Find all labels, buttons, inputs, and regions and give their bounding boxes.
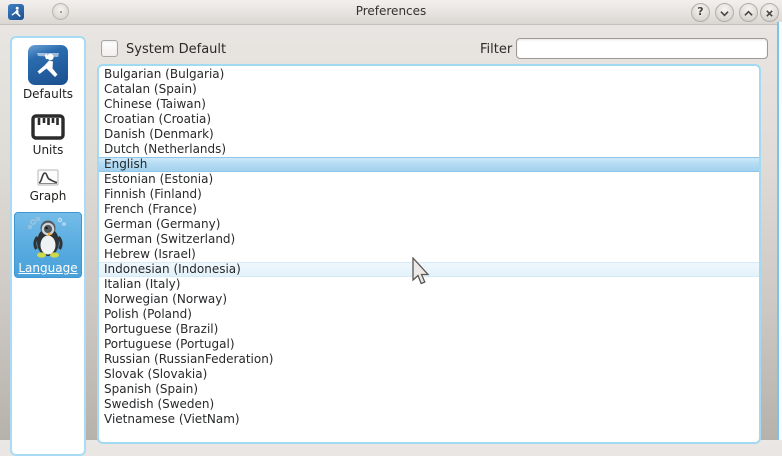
- preferences-sidebar: Defaults Units Graph Language: [10, 36, 86, 456]
- sidebar-item-label: Units: [33, 143, 64, 157]
- language-list-item[interactable]: Portuguese (Portugal): [99, 337, 759, 352]
- language-list-item[interactable]: Danish (Denmark): [99, 127, 759, 142]
- language-list-item[interactable]: Catalan (Spain): [99, 82, 759, 97]
- language-list-item[interactable]: Finnish (Finland): [99, 187, 759, 202]
- language-list-item[interactable]: Slovak (Slovakia): [99, 367, 759, 382]
- language-list-item[interactable]: Russian (RussianFederation): [99, 352, 759, 367]
- close-icon: [765, 9, 774, 18]
- language-list-item[interactable]: Norwegian (Norway): [99, 292, 759, 307]
- system-default-label: System Default: [126, 42, 226, 57]
- language-list-item[interactable]: Croatian (Croatia): [99, 112, 759, 127]
- filter-input[interactable]: [516, 38, 768, 59]
- language-list-item[interactable]: German (Switzerland): [99, 232, 759, 247]
- shade-up-button[interactable]: [739, 3, 758, 22]
- language-list: Bulgarian (Bulgaria)Catalan (Spain)Chine…: [97, 64, 761, 444]
- language-list-item[interactable]: Vietnamese (VietNam): [99, 412, 759, 427]
- language-list-item[interactable]: Chinese (Taiwan): [99, 97, 759, 112]
- language-list-item[interactable]: Swedish (Sweden): [99, 397, 759, 412]
- chevron-up-icon: [744, 9, 753, 18]
- sidebar-item-label: Graph: [30, 189, 67, 203]
- sidebar-item-units[interactable]: Units: [14, 110, 82, 160]
- sidebar-item-defaults[interactable]: Defaults: [14, 42, 82, 104]
- language-list-item[interactable]: Bulgarian (Bulgaria): [99, 67, 759, 82]
- filter-label: Filter: [480, 42, 512, 57]
- language-list-item[interactable]: Spanish (Spain): [99, 382, 759, 397]
- language-list-item[interactable]: Indonesian (Indonesia): [99, 262, 759, 277]
- sidebar-item-label: Defaults: [23, 87, 73, 101]
- language-list-item[interactable]: Estonian (Estonia): [99, 172, 759, 187]
- sidebar-item-language[interactable]: Language: [14, 212, 82, 278]
- shade-down-button[interactable]: [715, 3, 734, 22]
- language-list-item[interactable]: French (France): [99, 202, 759, 217]
- graph-icon: [37, 169, 59, 187]
- diver-icon: [28, 45, 68, 85]
- language-list-item[interactable]: Portuguese (Brazil): [99, 322, 759, 337]
- sidebar-item-label: Language: [18, 261, 77, 275]
- penguin-icon: [24, 215, 72, 259]
- system-default-checkbox[interactable]: [101, 40, 118, 57]
- close-button[interactable]: [760, 3, 779, 22]
- background-window-edge: [777, 22, 782, 440]
- window-title: Preferences: [0, 4, 782, 18]
- language-list-item[interactable]: German (Germany): [99, 217, 759, 232]
- titlebar[interactable]: Preferences ?: [0, 0, 782, 25]
- sidebar-item-graph[interactable]: Graph: [14, 166, 82, 206]
- language-list-item[interactable]: Italian (Italy): [99, 277, 759, 292]
- help-button[interactable]: ?: [691, 3, 710, 22]
- language-list-item[interactable]: Polish (Poland): [99, 307, 759, 322]
- ruler-icon: [31, 113, 65, 141]
- chevron-down-icon: [720, 9, 729, 18]
- language-list-item[interactable]: Dutch (Netherlands): [99, 142, 759, 157]
- language-list-item[interactable]: English: [99, 157, 759, 172]
- preferences-dialog: { "window": { "title": "Preferences", "b…: [0, 0, 782, 440]
- language-list-item[interactable]: Hebrew (Israel): [99, 247, 759, 262]
